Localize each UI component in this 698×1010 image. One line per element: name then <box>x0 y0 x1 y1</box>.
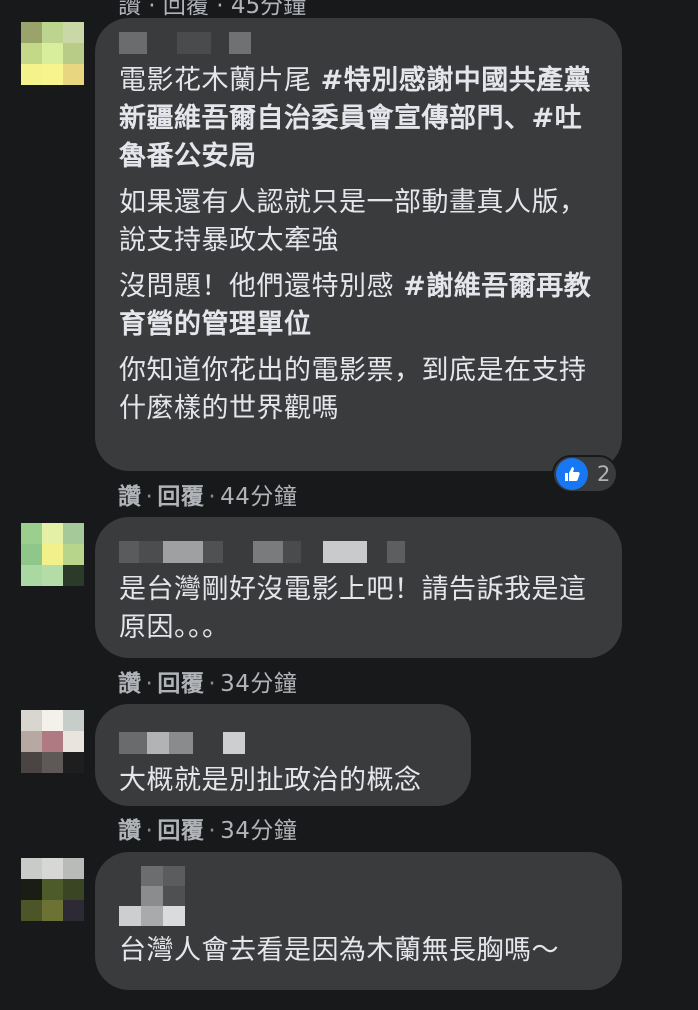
comment-bubble: 台灣人會去看是因為木蘭無長胸嗎～ <box>95 852 622 990</box>
like-button[interactable]: 讚 <box>118 671 142 697</box>
reaction-summary[interactable]: 2 <box>552 455 618 493</box>
comment-bubble: 大概就是別扯政治的概念 <box>95 704 471 806</box>
comment-paragraph: 沒問題！他們還特別感 #謝維吾爾再教育營的管理單位 <box>119 271 592 340</box>
reply-button[interactable]: 回覆 <box>157 818 204 844</box>
like-button[interactable]: 讚 <box>118 484 142 510</box>
comment-bubble: 是台灣剛好沒電影上吧！請告訴我是這原因。。。 <box>95 517 622 658</box>
comment-paragraph: 你知道你花出的電影票，到底是在支持什麼樣的世界觀嗎 <box>119 355 587 424</box>
timestamp[interactable]: 44分鐘 <box>220 484 297 510</box>
commenter-name[interactable] <box>119 32 598 56</box>
avatar[interactable] <box>21 710 84 773</box>
reaction-count: 2 <box>597 462 611 486</box>
commenter-name[interactable] <box>119 732 447 756</box>
comment-thread: 讚 · 回覆 · 45分鐘 電影花木蘭片尾 #特別感謝中國共產黨新疆維吾爾自治委… <box>0 0 698 1010</box>
thumbs-up-icon <box>556 458 588 490</box>
comment-paragraph: 電影花木蘭片尾 #特別感謝中國共產黨新疆維吾爾自治委員會宣傳部門、#吐魯番公安局 <box>119 65 592 172</box>
like-button[interactable]: 讚 <box>118 818 142 844</box>
commenter-name[interactable] <box>119 866 598 926</box>
timestamp[interactable]: 34分鐘 <box>220 818 297 844</box>
comment-actions: 讚 · 回覆 · 44分鐘 <box>118 484 298 510</box>
commenter-name[interactable] <box>119 541 598 565</box>
comment-paragraph: 台灣人會去看是因為木蘭無長胸嗎～ <box>119 935 559 966</box>
reply-button[interactable]: 回覆 <box>157 671 204 697</box>
reply-button[interactable]: 回覆 <box>157 484 204 510</box>
previous-comment-actions: 讚 · 回覆 · 45分鐘 <box>118 0 307 19</box>
avatar[interactable] <box>21 523 84 586</box>
avatar[interactable] <box>21 858 84 921</box>
comment-paragraph: 如果還有人認就只是一部動畫真人版，說支持暴政太牽強 <box>119 187 587 256</box>
comment-paragraph: 大概就是別扯政治的概念 <box>119 765 422 796</box>
comment-actions: 讚 · 回覆 · 34分鐘 <box>118 818 298 844</box>
comment-actions: 讚 · 回覆 · 34分鐘 <box>118 671 298 697</box>
avatar[interactable] <box>21 22 84 85</box>
comment-paragraph: 是台灣剛好沒電影上吧！請告訴我是這原因。。。 <box>119 574 587 643</box>
timestamp[interactable]: 34分鐘 <box>220 671 297 697</box>
comment-bubble: 電影花木蘭片尾 #特別感謝中國共產黨新疆維吾爾自治委員會宣傳部門、#吐魯番公安局… <box>95 18 622 471</box>
